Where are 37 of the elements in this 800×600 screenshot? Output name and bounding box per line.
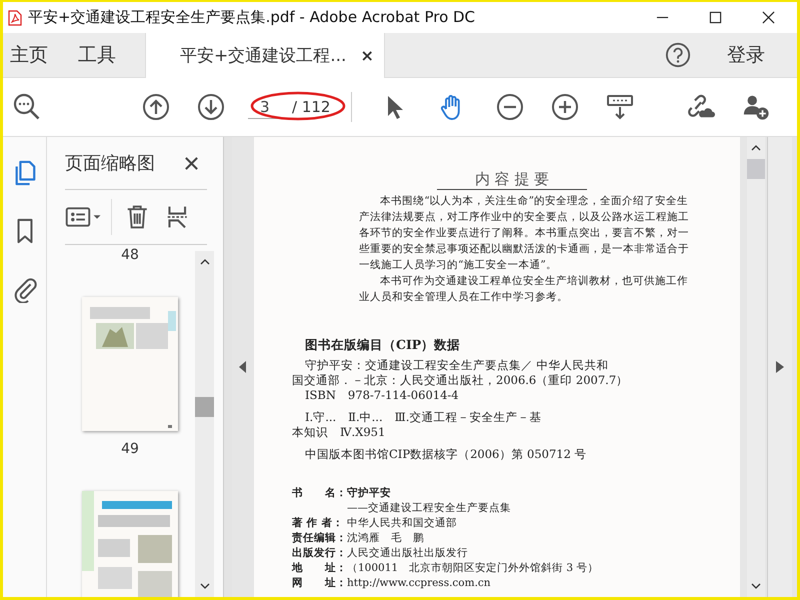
cip-line: Ⅰ.守... Ⅱ.中... Ⅲ.交通工程－安全生产－基 bbox=[304, 410, 542, 425]
info-value: 守护平安 bbox=[347, 486, 392, 501]
info-label: 责任编辑： bbox=[292, 531, 347, 546]
tab[interactable]: 工具 bbox=[71, 33, 123, 77]
cip-line: 国交通部．－北京：人民交通出版社，2006.6（重印 2007.7） bbox=[292, 373, 628, 388]
page-number: 49 bbox=[121, 441, 139, 457]
info-label: 网 址： bbox=[292, 576, 347, 591]
info-value: （100011 北京市朝阳区安定门外外馆斜街 3 号） bbox=[347, 561, 598, 576]
tab-label: 主页 bbox=[10, 43, 48, 68]
window-title: 平安+交通建设工程安全生产要点集.pdf - Adobe Acrobat Pro DC bbox=[28, 8, 476, 27]
tab-label: 工具 bbox=[78, 43, 116, 68]
cip-line: 守护平安：交通建设工程安全生产要点集／ 中华人民共和 bbox=[304, 358, 609, 373]
page-count: / 112 bbox=[292, 98, 330, 116]
tab[interactable]: 主页 bbox=[3, 33, 55, 77]
sign-in-link[interactable]: 登录 bbox=[727, 42, 765, 68]
info-value: 沈鸿雁 毛 鹏 bbox=[347, 531, 425, 546]
cip-title: 图书在版编目（CIP）数据 bbox=[305, 337, 462, 353]
tab-label: 平安+交通建设工程... bbox=[180, 45, 346, 67]
cip-line: 本知识 Ⅳ.X951 bbox=[292, 425, 386, 440]
info-value: http://www.ccpress.com.cn bbox=[347, 576, 492, 591]
close-tab-button[interactable]: × bbox=[360, 46, 374, 65]
panel-title: 页面缩略图 bbox=[65, 152, 155, 175]
tab[interactable]: 平安+交通建设工程... × bbox=[145, 33, 385, 78]
heading: 内 容 提 要 bbox=[437, 170, 587, 190]
paragraph: 本书可作为交通建设工程单位安全生产培训教材，也可供施工作业人员和安全管理人员在工作中学习参考。 bbox=[359, 274, 690, 305]
info-label: 地 址： bbox=[292, 561, 347, 576]
paragraph: 本书围绕“以人为本，关注生命”的安全理念，全面介绍了安全生产法律法规要点，对工序作业中的安全要点，以及公路水运工程施工各环节的安全作业要点进行了阐释。本书重点突出，要言不繁，对一些重要的安全禁忌事项还配以幽默活泼的卡通画，是一本非常适合于一线施工人员学习的“施工安全一本通”。 bbox=[359, 194, 690, 273]
info-label: 书 名： bbox=[292, 486, 347, 501]
info-label: 著 作 者： bbox=[292, 516, 344, 531]
page-number: 48 bbox=[121, 247, 139, 263]
info-value: 人民交通出版社出版发行 bbox=[347, 546, 469, 561]
cip-line: 中国版本图书馆CIP数据核字（2006）第 050712 号 bbox=[304, 447, 587, 462]
info-value: ——交通建设工程安全生产要点集 bbox=[347, 501, 512, 516]
cip-line: ISBN 978-7-114-06014-4 bbox=[304, 388, 459, 403]
page-number-field[interactable]: 3 bbox=[248, 96, 288, 118]
info-label: 出版发行： bbox=[292, 546, 347, 561]
info-value: 中华人民共和国交通部 bbox=[347, 516, 458, 531]
